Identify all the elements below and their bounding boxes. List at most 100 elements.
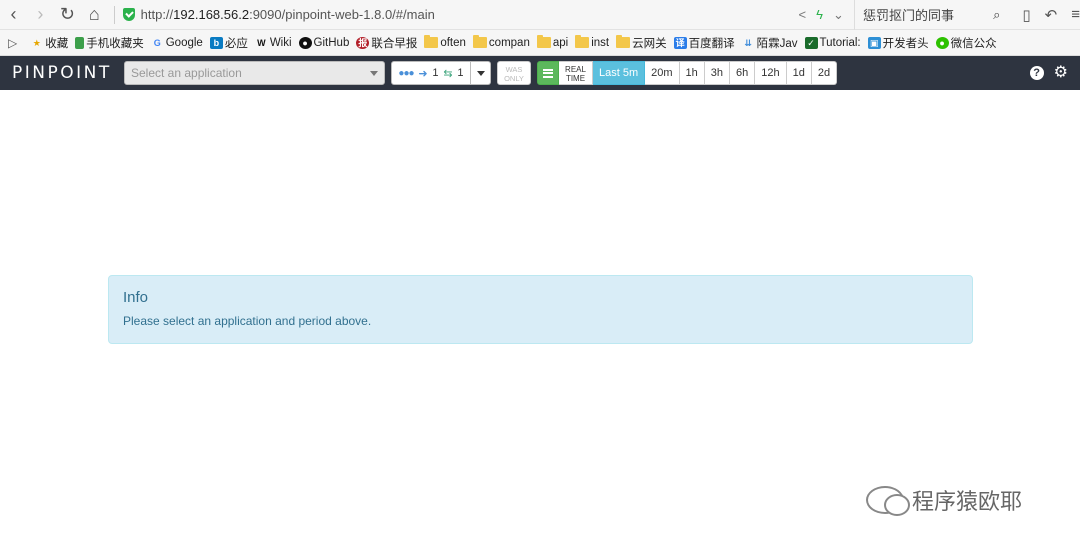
- undo-icon[interactable]: ↶: [1045, 6, 1058, 24]
- inbound-arrow-icon: ➜: [418, 67, 428, 80]
- bookmark-item[interactable]: ★ 收藏: [30, 35, 69, 51]
- address-field[interactable]: http:// 192.168.56.2 :9090/pinpoint-web-…: [122, 0, 653, 30]
- bookmark-label: 必应: [224, 37, 248, 50]
- github-icon: ●: [298, 36, 312, 49]
- agent-count-display[interactable]: ●●● ➜ 1 ⇆ 1: [391, 61, 471, 85]
- chevron-down-icon[interactable]: ⌄: [833, 7, 844, 23]
- bookmark-label: inst: [591, 36, 610, 49]
- was-only-label-1: WAS: [505, 65, 523, 74]
- period-1d[interactable]: 1d: [786, 61, 812, 85]
- watermark-text: 程序猿欧耶: [912, 489, 1023, 514]
- application-select-placeholder: Select an application: [131, 66, 242, 80]
- info-title: Info: [123, 289, 149, 306]
- bookmark-label: 云网关: [632, 37, 667, 50]
- period-3h[interactable]: 3h: [704, 61, 731, 85]
- real-time-label-1: REAL: [565, 65, 586, 74]
- bookmark-item[interactable]: 译百度翻译: [673, 35, 735, 51]
- was-only-toggle[interactable]: WAS ONLY: [497, 61, 531, 85]
- node-dots-icon: ●●●: [398, 67, 414, 79]
- period-12h[interactable]: 12h: [755, 61, 787, 85]
- forward-icon[interactable]: ›: [27, 0, 54, 30]
- folder-icon: [536, 35, 551, 48]
- real-time-button[interactable]: REAL TIME: [559, 61, 593, 85]
- wechat-watermark: 程序猿欧耶: [866, 484, 1022, 516]
- bookmark-item[interactable]: 云网关: [616, 35, 667, 51]
- navbar-right-actions: ? ⚙: [1029, 65, 1068, 81]
- period-last-5m[interactable]: Last 5m: [593, 61, 646, 85]
- folder-icon: [575, 35, 590, 48]
- folder-icon: [424, 35, 439, 48]
- bookmark-item[interactable]: G Google: [151, 37, 203, 49]
- bookmark-item[interactable]: b 必应: [209, 35, 248, 51]
- bookmark-item[interactable]: 报联合早报: [356, 35, 417, 51]
- list-view-button[interactable]: [537, 61, 559, 85]
- help-icon[interactable]: ?: [1029, 66, 1044, 80]
- google-icon: G: [153, 37, 161, 48]
- address-actions: < ϟ ⌄: [799, 7, 844, 23]
- bookmarks-bar: ▷ ★ 收藏 手机收藏夹 G Google b 必应 W Wiki ● GitHub 报联…: [0, 30, 1080, 56]
- pinpoint-logo[interactable]: PINPOINT: [12, 63, 122, 83]
- bookmark-item[interactable]: inst: [575, 35, 610, 49]
- back-icon[interactable]: ‹: [0, 0, 27, 30]
- url-host: 192.168.56.2: [173, 7, 250, 22]
- menu-icon[interactable]: ≡: [1071, 6, 1080, 23]
- wikipedia-icon: W: [257, 37, 266, 48]
- agent-dropdown-button[interactable]: [471, 61, 491, 85]
- sidebar-toggle-icon[interactable]: ▷: [8, 36, 17, 50]
- bookmark-label: Google: [165, 36, 203, 49]
- period-1h[interactable]: 1h: [679, 61, 705, 85]
- search-icon[interactable]: ⌕: [993, 7, 1000, 23]
- bookmark-item[interactable]: compan: [472, 35, 530, 49]
- search-input[interactable]: 惩罚抠门的同事 ⌕: [853, 0, 1008, 30]
- secure-shield-icon: [122, 8, 135, 21]
- bookmark-label: Tutorial:: [819, 36, 861, 49]
- star-icon: ★: [32, 37, 41, 48]
- lightning-icon[interactable]: ϟ: [816, 7, 823, 22]
- bookmark-item[interactable]: W Wiki: [255, 37, 291, 49]
- url-scheme: http://: [140, 7, 174, 22]
- pinpoint-navbar: PINPOINT Select an application ●●● ➜ 1 ⇆…: [0, 56, 1080, 90]
- period-2d[interactable]: 2d: [811, 61, 838, 85]
- reload-icon[interactable]: ↻: [54, 0, 81, 30]
- bookmark-item[interactable]: ● GitHub: [298, 36, 349, 49]
- info-message: Please select an application and period …: [123, 314, 372, 328]
- bookmark-item[interactable]: api: [536, 35, 569, 49]
- bookmark-label: compan: [488, 36, 530, 49]
- outbound-arrow-icon: ⇆: [443, 67, 453, 80]
- application-select[interactable]: Select an application: [124, 61, 385, 85]
- bookmark-item[interactable]: ⇊ 陌霖Jav: [742, 35, 798, 51]
- bookmark-label: 联合早报: [371, 37, 418, 50]
- zaobao-icon: 报: [356, 36, 370, 49]
- bookmark-label: 陌霖Jav: [756, 37, 798, 50]
- bookmark-item[interactable]: often: [424, 35, 466, 49]
- bookmark-item[interactable]: ✓ Tutorial:: [804, 36, 861, 49]
- wechat-logo-icon: [866, 486, 910, 516]
- search-input-text: 惩罚抠门的同事: [862, 8, 954, 23]
- chevron-down-icon: [370, 70, 378, 76]
- bookmark-label: 收藏: [45, 37, 69, 50]
- bookmark-icon: ⇊: [744, 37, 752, 48]
- bookmark-item[interactable]: 手机收藏夹: [75, 35, 144, 51]
- dev-icon: ▣: [867, 36, 881, 49]
- toolbar-divider: [113, 5, 115, 24]
- home-icon[interactable]: ⌂: [81, 0, 108, 30]
- browser-url-bar: ‹ › ↻ ⌂ http:// 192.168.56.2 :9090/pinpo…: [0, 0, 1080, 30]
- bookmark-label: 手机收藏夹: [86, 37, 144, 50]
- agent-in-count: 1: [432, 67, 439, 79]
- bookmark-item[interactable]: ● 微信公众: [935, 35, 997, 51]
- period-6h[interactable]: 6h: [730, 61, 756, 85]
- bookmark-item[interactable]: ▣ 开发者头: [867, 35, 929, 51]
- bookmark-label: api: [552, 36, 569, 49]
- gear-icon[interactable]: ⚙: [1054, 65, 1068, 81]
- caret-down-icon: [476, 70, 485, 76]
- period-20m[interactable]: 20m: [645, 61, 680, 85]
- bookmark-label: 开发者头: [882, 37, 929, 50]
- mobile-icon[interactable]: ▯: [1022, 6, 1030, 24]
- agent-out-count: 1: [457, 67, 464, 79]
- share-icon[interactable]: <: [799, 7, 807, 22]
- wechat-icon: ●: [935, 36, 949, 49]
- url-path: :9090/pinpoint-web-1.8.0/#/main: [249, 7, 435, 22]
- folder-icon: [472, 35, 487, 48]
- tutorial-icon: ✓: [804, 36, 818, 49]
- bookmark-label: often: [440, 36, 466, 49]
